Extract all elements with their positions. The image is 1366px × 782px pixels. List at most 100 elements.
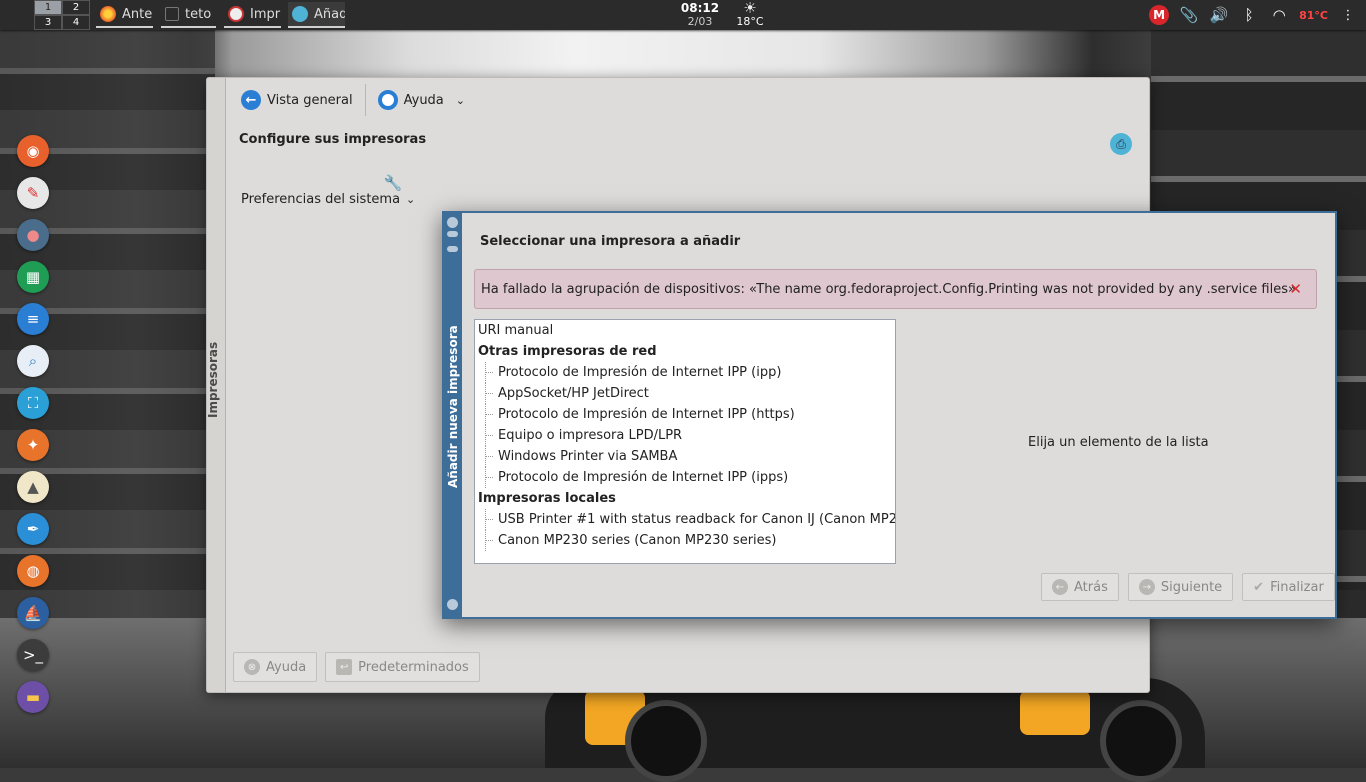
forward-arrow-icon: → xyxy=(1138,579,1155,595)
terminal-icon[interactable]: >_ xyxy=(17,639,49,671)
finish-button-label: Finalizar xyxy=(1270,579,1324,595)
clock-time: 08:12 xyxy=(680,1,720,15)
menu-dots-icon[interactable]: ⋮ xyxy=(1338,5,1358,25)
top-panel: 1 2 3 4 Ante teto Impr Añad 08:12 2/03 ☀… xyxy=(0,0,1366,30)
help-button[interactable]: ⊗ Ayuda xyxy=(233,652,318,682)
overview-button[interactable]: ← Vista general xyxy=(235,85,359,115)
back-button[interactable]: ← Atrás xyxy=(1041,573,1119,601)
maximize-dot-icon[interactable] xyxy=(447,246,458,252)
clipboard-icon[interactable]: 📎 xyxy=(1179,5,1199,25)
system-preferences-menu[interactable]: 🔧 Preferencias del sistema ⌄ xyxy=(241,174,415,207)
task-add-printer[interactable]: Añad xyxy=(288,2,345,28)
printer-settings-icon xyxy=(228,6,244,22)
printers-toolbar: ← Vista general Ayuda ⌄ xyxy=(235,84,471,116)
printers-bottom-buttons: ⊗ Ayuda ↩ Predeterminados xyxy=(233,652,480,682)
tree-item[interactable]: USB Printer #1 with status readback for … xyxy=(475,509,895,530)
error-banner: Ha fallado la agrupación de dispositivos… xyxy=(474,269,1317,309)
toolbar-separator xyxy=(364,84,366,116)
defaults-button-label: Predeterminados xyxy=(358,659,469,675)
help-menu-button[interactable]: Ayuda ⌄ xyxy=(372,85,471,115)
weather-temperature: 18°C xyxy=(736,15,764,28)
cpu-temperature[interactable]: 81°C xyxy=(1299,9,1328,22)
page-title: Configure sus impresoras xyxy=(239,132,427,147)
minimize-dot-icon[interactable] xyxy=(447,231,458,237)
dialog-side-label: Añadir nueva impresora xyxy=(446,325,460,488)
inkscape-icon[interactable]: ▲ xyxy=(17,471,49,503)
help-icon: ⊗ xyxy=(244,659,260,675)
help-button-label: Ayuda xyxy=(266,659,307,675)
clock[interactable]: 08:12 2/03 xyxy=(675,1,725,29)
gimp-icon[interactable]: ✦ xyxy=(17,429,49,461)
workspace-1[interactable]: 1 xyxy=(34,0,62,15)
printer-icon: ⎙ xyxy=(1110,133,1132,155)
next-button[interactable]: → Siguiente xyxy=(1127,573,1234,601)
checkmark-icon: ✔ xyxy=(1253,579,1265,595)
tree-category[interactable]: Otras impresoras de red xyxy=(475,341,895,362)
search-icon[interactable]: ⌕ xyxy=(17,345,49,377)
printers-side-tab[interactable]: Impresoras xyxy=(206,78,226,692)
wallpaper-wheel xyxy=(625,700,707,782)
wallpaper-car-light xyxy=(1020,690,1090,735)
tree-item[interactable]: Protocolo de Impresión de Internet IPP (… xyxy=(475,467,895,488)
close-dot-icon[interactable] xyxy=(447,217,458,228)
next-button-label: Siguiente xyxy=(1160,579,1223,595)
clock-date: 2/03 xyxy=(687,15,713,28)
tree-item[interactable]: Protocolo de Impresión de Internet IPP (… xyxy=(475,362,895,383)
task-terminal[interactable]: teto xyxy=(161,2,216,28)
firefox-icon[interactable]: ◉ xyxy=(17,135,49,167)
tree-item[interactable]: Canon MP230 series (Canon MP230 series) xyxy=(475,530,895,551)
pidgin-icon[interactable]: ● xyxy=(17,219,49,251)
device-list[interactable]: URI manual Otras impresoras de red Protoco… xyxy=(474,319,896,564)
tree-item[interactable]: Protocolo de Impresión de Internet IPP (… xyxy=(475,404,895,425)
task-firefox[interactable]: Ante xyxy=(96,2,153,28)
sun-cloud-icon: ☀ xyxy=(743,0,757,17)
close-error-icon[interactable]: ✕ xyxy=(1289,280,1302,298)
tree-item[interactable]: AppSocket/HP JetDirect xyxy=(475,383,895,404)
lifebuoy-icon xyxy=(377,90,398,110)
chevron-down-icon: ⌄ xyxy=(406,193,416,206)
overview-label: Vista general xyxy=(267,92,353,108)
workspace-4[interactable]: 4 xyxy=(62,15,90,30)
settings-dot-icon[interactable] xyxy=(447,599,458,610)
wallpaper-wheel xyxy=(1100,700,1182,782)
tree-item[interactable]: Windows Printer via SAMBA xyxy=(475,446,895,467)
ship-icon[interactable]: ⛵ xyxy=(17,597,49,629)
workspace-pager[interactable]: 1 2 3 4 xyxy=(34,0,90,30)
task-printer-settings[interactable]: Impr xyxy=(224,2,281,28)
mega-icon[interactable]: M xyxy=(1149,5,1170,25)
printer-add-icon xyxy=(292,6,308,22)
task-label: Ante xyxy=(122,6,153,22)
workspace-3[interactable]: 3 xyxy=(34,15,62,30)
system-tray: M 📎 🔊 ᛒ ◠ 81°C ⋮ xyxy=(1149,3,1358,27)
document-revert-icon: ↩ xyxy=(336,659,353,675)
firefox-icon xyxy=(100,6,116,22)
workspace-2[interactable]: 2 xyxy=(62,0,90,15)
bluetooth-icon[interactable]: ᛒ xyxy=(1239,5,1259,25)
weather-widget[interactable]: ☀ 18°C xyxy=(733,0,767,29)
printers-side-label: Impresoras xyxy=(206,341,220,418)
defaults-button[interactable]: ↩ Predeterminados xyxy=(325,652,480,682)
text-editor-icon[interactable]: ✎ xyxy=(17,177,49,209)
files-icon[interactable]: ▬ xyxy=(17,681,49,713)
chevron-down-icon: ⌄ xyxy=(455,93,465,107)
dialog-side-tab[interactable]: Añadir nueva impresora xyxy=(444,213,462,617)
tree-item[interactable]: URI manual xyxy=(475,320,895,341)
pen-icon[interactable]: ✒ xyxy=(17,513,49,545)
wifi-icon[interactable]: ◠ xyxy=(1269,5,1289,25)
volume-icon[interactable]: 🔊 xyxy=(1209,5,1229,25)
tree-category[interactable]: Impresoras locales xyxy=(475,488,895,509)
system-preferences-label: Preferencias del sistema xyxy=(241,192,401,207)
screenshot-icon[interactable]: ⛶ xyxy=(17,387,49,419)
back-arrow-icon: ← xyxy=(241,90,261,110)
details-placeholder: Elija un elemento de la lista xyxy=(1028,435,1209,450)
spreadsheet-icon[interactable]: ▦ xyxy=(17,261,49,293)
dialog-nav-buttons: ← Atrás → Siguiente ✔ Finalizar xyxy=(1041,573,1335,601)
vlc-icon[interactable]: ◍ xyxy=(17,555,49,587)
back-button-label: Atrás xyxy=(1074,579,1108,595)
finish-button[interactable]: ✔ Finalizar xyxy=(1242,573,1335,601)
help-label: Ayuda xyxy=(403,92,444,108)
task-label: Impr xyxy=(250,6,281,22)
document-writer-icon[interactable]: ≡ xyxy=(17,303,49,335)
tree-item[interactable]: Equipo o impresora LPD/LPR xyxy=(475,425,895,446)
wrench-icon: 🔧 xyxy=(383,174,403,192)
